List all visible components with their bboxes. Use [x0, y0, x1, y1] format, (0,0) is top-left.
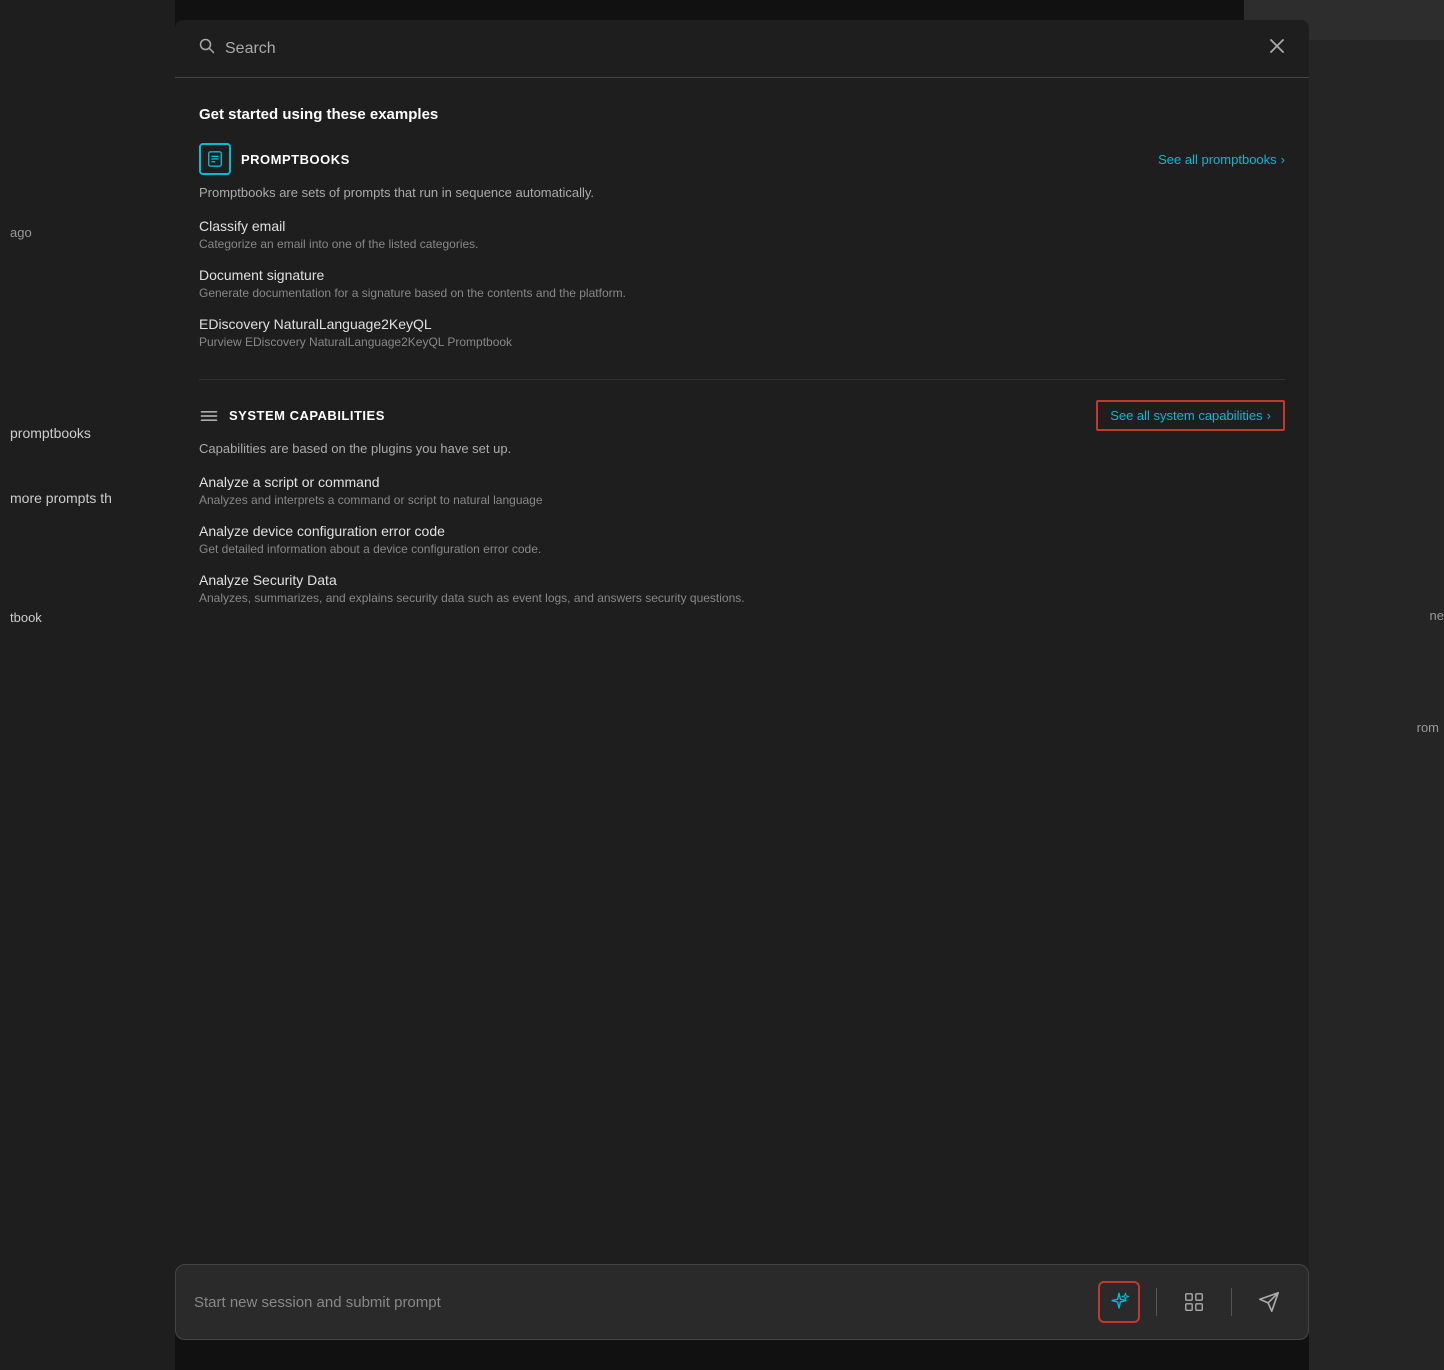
main-panel: Get started using these examples PROMPTB…: [175, 20, 1309, 1340]
see-all-promptbooks-link[interactable]: See all promptbooks ›: [1158, 152, 1285, 167]
send-button[interactable]: [1248, 1281, 1290, 1323]
system-cap-header: SYSTEM CAPABILITIES See all system capab…: [199, 400, 1285, 431]
sparkle-icon: [1108, 1291, 1130, 1313]
left-sidebar: ago promptbooks more prompts th tbook: [0, 0, 175, 1370]
search-bar-wrapper: [175, 20, 1309, 78]
system-cap-label: SYSTEM CAPABILITIES: [229, 408, 385, 423]
input-btn-divider-2: [1231, 1288, 1232, 1316]
syscap-script-title: Analyze a script or command: [199, 474, 1285, 490]
promptbook-ediscovery-desc: Purview EDiscovery NaturalLanguage2KeyQL…: [199, 335, 1285, 349]
search-icon: [199, 38, 215, 59]
promptbooks-left: PROMPTBOOKS: [199, 143, 350, 175]
syscap-script-desc: Analyzes and interprets a command or scr…: [199, 493, 1285, 507]
see-all-system-capabilities-link[interactable]: See all system capabilities ›: [1096, 400, 1285, 431]
search-bar: [199, 38, 1285, 59]
syscap-item-device[interactable]: Analyze device configuration error code …: [199, 523, 1285, 556]
right-edge-from: rom: [1417, 720, 1444, 735]
promptbooks-label: PROMPTBOOKS: [241, 152, 350, 167]
promptbook-item-classify[interactable]: Classify email Categorize an email into …: [199, 218, 1285, 251]
promptbooks-header: PROMPTBOOKS See all promptbooks ›: [199, 143, 1285, 175]
see-all-promptbooks-text: See all promptbooks: [1158, 152, 1277, 167]
promptbook-docsig-desc: Generate documentation for a signature b…: [199, 286, 1285, 300]
syscap-security-title: Analyze Security Data: [199, 572, 1285, 588]
promptbooks-icon: [199, 143, 231, 175]
close-icon[interactable]: [1269, 38, 1285, 59]
see-all-system-text: See all system capabilities: [1110, 408, 1262, 423]
system-cap-description: Capabilities are based on the plugins yo…: [199, 441, 1285, 456]
promptbook-item-docsig[interactable]: Document signature Generate documentatio…: [199, 267, 1285, 300]
promptbook-classify-desc: Categorize an email into one of the list…: [199, 237, 1285, 251]
get-started-heading: Get started using these examples: [199, 106, 1285, 123]
syscap-security-desc: Analyzes, summarizes, and explains secur…: [199, 591, 1285, 605]
promptbook-ediscovery-title: EDiscovery NaturalLanguage2KeyQL: [199, 316, 1285, 332]
promptbook-docsig-title: Document signature: [199, 267, 1285, 283]
right-edge-ne: ne: [1430, 608, 1444, 623]
sidebar-more-prompts-text: more prompts th: [10, 490, 112, 506]
promptbook-classify-title: Classify email: [199, 218, 1285, 234]
syscap-item-security[interactable]: Analyze Security Data Analyzes, summariz…: [199, 572, 1285, 605]
syscap-item-script[interactable]: Analyze a script or command Analyzes and…: [199, 474, 1285, 507]
see-all-promptbooks-chevron: ›: [1281, 152, 1285, 167]
system-cap-icon: [199, 406, 219, 426]
system-cap-left: SYSTEM CAPABILITIES: [199, 406, 385, 426]
promptbooks-section: PROMPTBOOKS See all promptbooks › Prompt…: [199, 143, 1285, 349]
system-capabilities-section: SYSTEM CAPABILITIES See all system capab…: [199, 400, 1285, 605]
see-all-system-chevron: ›: [1267, 408, 1271, 423]
promptbook-item-ediscovery[interactable]: EDiscovery NaturalLanguage2KeyQL Purview…: [199, 316, 1285, 349]
right-partial-panel: rom ne: [1309, 0, 1444, 1370]
grid-button[interactable]: [1173, 1281, 1215, 1323]
promptbooks-description: Promptbooks are sets of prompts that run…: [199, 185, 1285, 200]
search-input[interactable]: [225, 40, 1259, 58]
sparkle-button[interactable]: [1098, 1281, 1140, 1323]
section-divider: [199, 379, 1285, 380]
prompt-input[interactable]: [194, 1294, 1086, 1311]
sidebar-promptbooks-text: promptbooks: [10, 425, 91, 441]
content-area: Get started using these examples PROMPTB…: [175, 78, 1309, 1248]
syscap-device-title: Analyze device configuration error code: [199, 523, 1285, 539]
sidebar-ago-text: ago: [10, 225, 32, 240]
syscap-device-desc: Get detailed information about a device …: [199, 542, 1285, 556]
sidebar-promptbook-label: tbook: [10, 610, 42, 625]
bottom-input-bar: [175, 1264, 1309, 1340]
grid-icon: [1183, 1291, 1205, 1313]
input-btn-divider: [1156, 1288, 1157, 1316]
send-icon: [1258, 1291, 1280, 1313]
